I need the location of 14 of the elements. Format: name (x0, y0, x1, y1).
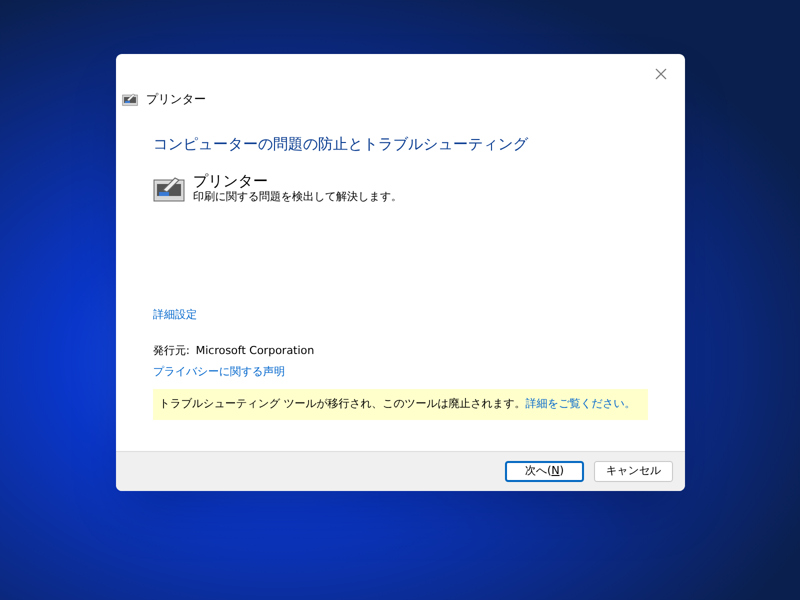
troubleshooter-name: プリンター (193, 172, 269, 190)
dialog-button[interactable]: キャンセル (594, 461, 673, 482)
deprecation-notice: トラブルシューティング ツールが移行され、このツールは廃止されます。詳細をご覧ください。 (153, 389, 648, 420)
advanced-link[interactable]: 詳細設定 (153, 306, 197, 323)
details-link[interactable]: 詳細をご覧ください。 (526, 397, 636, 410)
publisher-value: Microsoft Corporation (196, 343, 314, 359)
printer-icon (122, 92, 138, 106)
close-icon (655, 68, 667, 80)
publisher-label: 発行元: (153, 343, 190, 359)
dialog-button[interactable]: 次へ(N) (505, 461, 584, 482)
window-title: プリンター (146, 91, 206, 108)
privacy-link[interactable]: プライバシーに関する声明 (153, 364, 285, 380)
troubleshooter-description: 印刷に関する問題を検出して解決します。 (193, 190, 402, 204)
heading: コンピューターの問題の防止とトラブルシューティング (153, 134, 530, 155)
